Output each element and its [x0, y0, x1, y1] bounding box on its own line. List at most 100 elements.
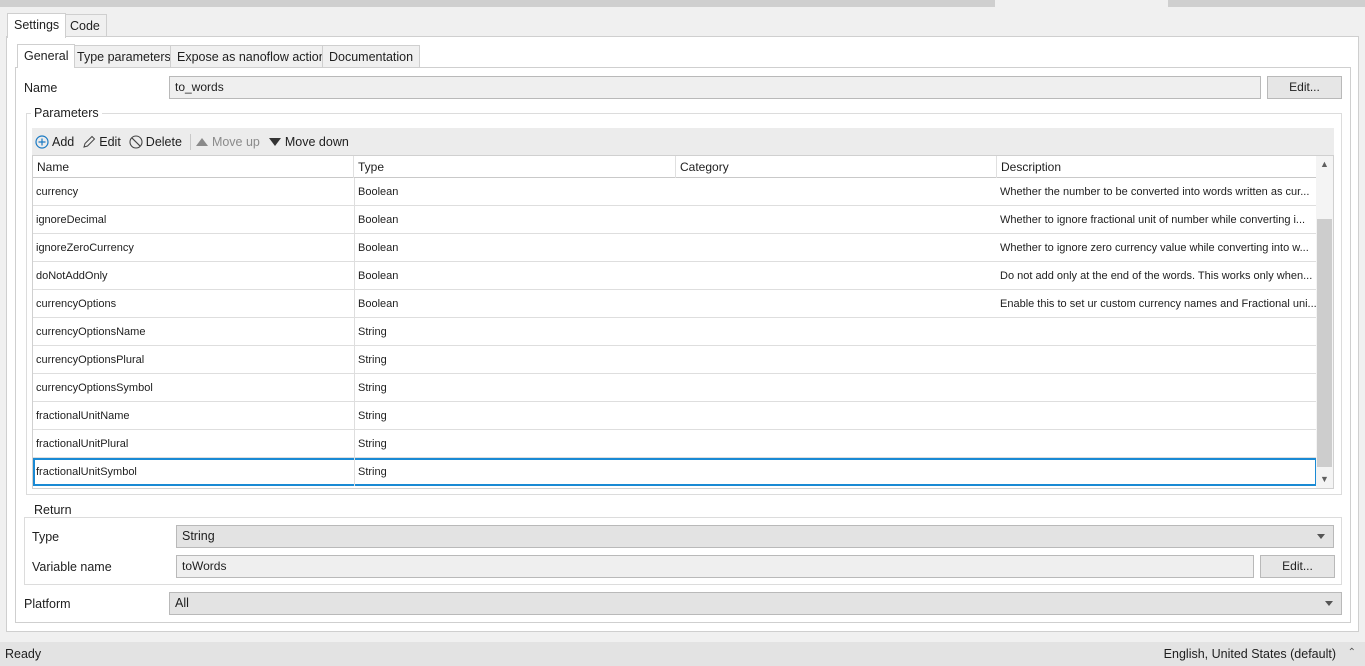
platform-label: Platform — [24, 597, 71, 611]
cell-category — [676, 234, 997, 262]
variable-edit-button[interactable]: Edit... — [1260, 555, 1335, 578]
edit-button[interactable]: Edit — [82, 135, 121, 149]
cell-type: String — [354, 374, 676, 402]
cell-name: doNotAddOnly — [36, 270, 108, 282]
triangle-down-icon — [268, 137, 281, 146]
top-strip-left — [0, 0, 995, 7]
cell-description — [997, 346, 1317, 374]
cell-name: fractionalUnitSymbol — [36, 466, 137, 478]
table-row[interactable]: currencyOptionsPlural String — [33, 346, 1317, 374]
delete-button[interactable]: Delete — [129, 135, 182, 149]
cell-type: Boolean — [354, 178, 676, 206]
cell-category — [676, 458, 997, 486]
table-row[interactable]: doNotAddOnly Boolean Do not add only at th… — [33, 262, 1317, 290]
cell-name: fractionalUnitName — [36, 410, 130, 422]
variable-name-field[interactable]: toWords — [176, 555, 1254, 578]
platform-select[interactable]: All — [169, 592, 1342, 615]
cell-type: String — [354, 458, 676, 486]
cell-category — [676, 346, 997, 374]
cell-type: String — [354, 402, 676, 430]
grid-scrollbar[interactable]: ▲ ▼ — [1316, 156, 1333, 488]
cell-type: Boolean — [354, 206, 676, 234]
name-label: Name — [24, 81, 58, 95]
cell-description: Whether to ignore fractional unit of num… — [1000, 214, 1306, 226]
move-up-label: Move up — [211, 134, 260, 149]
edit-label: Edit — [99, 134, 121, 149]
cell-category — [676, 290, 997, 318]
parameters-grid: Name Type Category Description currency B… — [32, 155, 1334, 489]
column-header-type[interactable]: Type — [354, 156, 676, 178]
cell-type: String — [354, 430, 676, 458]
triangle-up-icon — [195, 137, 208, 146]
cell-category — [676, 318, 997, 346]
cell-description: Enable this to set ur custom currency na… — [1000, 298, 1317, 310]
name-field[interactable]: to_words — [169, 76, 1261, 99]
cell-category — [676, 430, 997, 458]
chevron-up-icon[interactable]: ⌃ — [1348, 647, 1356, 658]
cell-description — [997, 402, 1317, 430]
table-row[interactable]: currency Boolean Whether the number to be … — [33, 178, 1317, 206]
parameters-title: Parameters — [31, 106, 102, 120]
no-entry-icon — [129, 134, 143, 149]
cell-name: currencyOptionsName — [36, 326, 146, 338]
delete-label: Delete — [145, 134, 182, 149]
return-type-label: Type — [32, 530, 60, 544]
return-type-select[interactable]: String — [176, 525, 1334, 548]
cell-type: String — [354, 318, 676, 346]
cell-type: Boolean — [354, 290, 676, 318]
tab-documentation[interactable]: Documentation — [322, 45, 421, 67]
cell-description — [997, 318, 1317, 346]
cell-name: currencyOptionsPlural — [36, 354, 145, 366]
cell-type: String — [354, 346, 676, 374]
cell-description: Whether the number to be converted into … — [1000, 186, 1310, 198]
chevron-down-icon — [1317, 534, 1325, 539]
parameters-toolbar: Add Edit Delete Move up Move down — [32, 128, 1334, 155]
table-row[interactable]: fractionalUnitName String — [33, 402, 1317, 430]
platform-value: All — [175, 596, 189, 610]
cell-category — [676, 262, 997, 290]
scroll-up-icon[interactable]: ▲ — [1316, 156, 1333, 173]
column-header-description[interactable]: Description — [997, 156, 1317, 178]
cell-name: fractionalUnitPlural — [36, 438, 129, 450]
table-row[interactable]: currencyOptions Boolean Enable this to set… — [33, 290, 1317, 318]
toolbar-separator — [189, 133, 191, 150]
move-down-button[interactable]: Move down — [268, 135, 349, 149]
column-header-name[interactable]: Name — [33, 156, 354, 178]
table-row[interactable]: ignoreZeroCurrency Boolean Whether to igno… — [33, 234, 1317, 262]
add-icon — [35, 134, 49, 149]
top-strip — [0, 0, 1365, 7]
add-button[interactable]: Add — [35, 135, 74, 149]
grid-header: Name Type Category Description — [33, 156, 1317, 178]
column-header-category[interactable]: Category — [676, 156, 997, 178]
language-indicator[interactable]: English, United States (default) — [1164, 647, 1336, 661]
chevron-down-icon — [1325, 601, 1333, 606]
cell-name: ignoreDecimal — [36, 214, 107, 226]
cell-category — [676, 206, 997, 234]
table-row[interactable]: currencyOptionsName String — [33, 318, 1317, 346]
cell-name: currencyOptionsSymbol — [36, 382, 153, 394]
table-row[interactable]: currencyOptionsSymbol String — [33, 374, 1317, 402]
move-up-button[interactable]: Move up — [195, 135, 260, 149]
cell-description: Whether to ignore zero currency value wh… — [1000, 242, 1309, 254]
scroll-thumb[interactable] — [1317, 219, 1332, 467]
cell-description — [997, 374, 1317, 402]
tab-code[interactable]: Code — [63, 14, 107, 38]
move-down-label: Move down — [284, 134, 349, 149]
scroll-down-icon[interactable]: ▼ — [1316, 471, 1333, 488]
status-bar: Ready English, United States (default) ⌃ — [0, 642, 1365, 666]
tab-general[interactable]: General — [17, 44, 76, 68]
tab-expose-nanoflow[interactable]: Expose as nanoflow action — [170, 45, 333, 67]
table-row[interactable]: ignoreDecimal Boolean Whether to ignore fr… — [33, 206, 1317, 234]
cell-description — [997, 430, 1317, 458]
cell-category — [676, 374, 997, 402]
table-row[interactable]: fractionalUnitSymbol String — [33, 458, 1317, 486]
cell-description — [997, 458, 1317, 486]
name-edit-button[interactable]: Edit... — [1267, 76, 1342, 99]
tab-settings[interactable]: Settings — [7, 13, 67, 38]
status-text: Ready — [5, 647, 42, 661]
return-type-value: String — [182, 529, 215, 543]
variable-name-label: Variable name — [32, 560, 112, 574]
add-label: Add — [52, 134, 75, 149]
tab-type-parameters[interactable]: Type parameters — [70, 45, 178, 67]
table-row[interactable]: fractionalUnitPlural String — [33, 430, 1317, 458]
